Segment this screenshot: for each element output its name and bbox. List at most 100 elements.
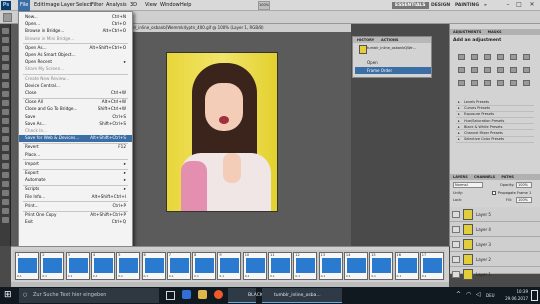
file-explorer-icon[interactable]: [198, 290, 207, 299]
animation-frame[interactable]: 3 0,1: [65, 252, 90, 280]
frame-delay[interactable]: 0,1: [144, 274, 149, 278]
adjustment-preset[interactable]: Exposure Presets: [456, 112, 534, 118]
tool-icon[interactable]: [2, 118, 9, 124]
frame-delay[interactable]: 0,1: [169, 274, 174, 278]
frame-delay[interactable]: 0,1: [245, 274, 250, 278]
file-menu-item[interactable]: Automate ▸: [19, 177, 132, 183]
frame-delay[interactable]: 0,1: [42, 274, 47, 278]
tool-icon[interactable]: [2, 190, 9, 196]
menu-edit[interactable]: Edit: [34, 0, 44, 11]
adjustment-icon[interactable]: [497, 80, 504, 86]
adjustment-icon[interactable]: [497, 54, 504, 60]
file-menu-item[interactable]: Save for Web & Devices... Alt+Shift+Ctrl+…: [19, 135, 132, 142]
tool-icon[interactable]: [2, 91, 9, 97]
animation-frame[interactable]: 7 0,1: [166, 252, 191, 280]
tool-icon[interactable]: [2, 127, 9, 133]
taskbar-task-photoshop[interactable]: tumblr_inline_osba...: [262, 288, 342, 303]
animation-frame[interactable]: 9 0,1: [217, 252, 242, 280]
adjustment-icon[interactable]: [484, 54, 491, 60]
menu-image[interactable]: Image: [44, 0, 60, 11]
file-menu-item[interactable]: Export ▸: [19, 170, 132, 176]
adjustment-icon[interactable]: [510, 54, 517, 60]
task-view-icon[interactable]: [166, 291, 175, 300]
animation-frame[interactable]: 12 0,1: [293, 252, 318, 280]
menu-3d[interactable]: 3D: [130, 0, 137, 11]
workspace-more[interactable]: »: [484, 2, 487, 9]
minimize-button[interactable]: –: [504, 1, 512, 9]
file-menu-item[interactable]: Browse in Bridge... Alt+Ctrl+O: [19, 28, 132, 34]
frame-delay[interactable]: 0,1: [93, 274, 98, 278]
adjustment-preset[interactable]: Channel Mixer Presets: [456, 131, 534, 137]
frame-delay[interactable]: 0,1: [219, 274, 224, 278]
animation-frame[interactable]: 16 0,1: [394, 252, 419, 280]
visibility-eye-icon[interactable]: [452, 256, 460, 263]
file-menu-item[interactable]: Open As Smart Object...: [19, 52, 132, 58]
animation-frame[interactable]: 14 0,1: [343, 252, 368, 280]
adjustment-icon[interactable]: [458, 54, 465, 60]
frame-delay[interactable]: 0,1: [321, 274, 326, 278]
file-menu-item[interactable]: Import ▸: [19, 161, 132, 167]
file-menu-item[interactable]: Device Central...: [19, 83, 132, 89]
document-tab[interactable]: tumblr_inline_osbanb[Wemmk4yptn_400.gif …: [120, 24, 351, 32]
workspace-essentials[interactable]: ESSENTIALS: [392, 2, 429, 9]
layer-row[interactable]: Layer 1: [450, 267, 540, 280]
tray-up-icon[interactable]: ^: [456, 291, 464, 299]
animation-frame[interactable]: 15 0,1: [369, 252, 394, 280]
network-icon[interactable]: ◠: [466, 291, 474, 299]
adjustment-icon[interactable]: [484, 80, 491, 86]
tool-icon[interactable]: [2, 100, 9, 106]
tool-icon[interactable]: [2, 73, 9, 79]
animation-frame[interactable]: 4 0,1: [90, 252, 115, 280]
tool-icon[interactable]: [2, 145, 9, 151]
tool-icon[interactable]: [2, 37, 9, 43]
close-button[interactable]: ✕: [528, 1, 536, 9]
visibility-eye-icon[interactable]: [452, 226, 460, 233]
file-menu-item[interactable]: Place...: [19, 152, 132, 158]
menu-window[interactable]: Window: [160, 0, 180, 11]
file-menu-item[interactable]: Open... Ctrl+O: [19, 21, 132, 27]
frame-delay[interactable]: 0,1: [346, 274, 351, 278]
tool-icon[interactable]: [2, 28, 9, 34]
taskbar-search-box[interactable]: ○ Zur Suche Text hier eingeben: [19, 288, 159, 303]
adjustment-icon[interactable]: [510, 67, 517, 73]
canvas-image[interactable]: [166, 52, 278, 212]
firefox-icon[interactable]: [214, 290, 223, 299]
notification-icon[interactable]: [531, 290, 538, 301]
animation-frame[interactable]: 10 0,1: [242, 252, 267, 280]
zoom-field[interactable]: 100%: [258, 1, 270, 10]
tool-icon[interactable]: [2, 136, 9, 142]
file-menu-item[interactable]: Close Ctrl+W: [19, 90, 132, 96]
file-menu-item[interactable]: Scripts ▸: [19, 186, 132, 192]
frame-delay[interactable]: 0,1: [118, 274, 123, 278]
blend-mode-select[interactable]: Normal: [453, 182, 483, 188]
edge-icon[interactable]: [182, 290, 191, 299]
tool-icon[interactable]: [2, 82, 9, 88]
tool-icon[interactable]: [2, 46, 9, 52]
adjustment-preset[interactable]: Curves Presets: [456, 106, 534, 112]
language-indicator[interactable]: DEU: [486, 287, 495, 304]
layer-row[interactable]: Layer 2: [450, 252, 540, 267]
workspace-painting[interactable]: PAINTING: [455, 2, 479, 9]
adjustment-icon[interactable]: [497, 67, 504, 73]
history-row-open[interactable]: Open: [355, 59, 431, 66]
tool-icon[interactable]: [2, 109, 9, 115]
menu-filter[interactable]: Filter: [91, 0, 103, 11]
tool-icon[interactable]: [2, 154, 9, 160]
tool-icon[interactable]: [2, 64, 9, 70]
layer-row[interactable]: Layer 4: [450, 222, 540, 237]
tab-history[interactable]: HISTORY: [355, 37, 376, 43]
animation-frame[interactable]: 1 0,1: [15, 252, 39, 280]
animation-frame[interactable]: 2 0,1: [40, 252, 65, 280]
tab-adjustments[interactable]: ADJUSTMENTS: [453, 30, 481, 34]
layer-row[interactable]: Layer 5: [450, 207, 540, 222]
volume-icon[interactable]: ◁: [476, 291, 484, 299]
adjustment-icon[interactable]: [471, 80, 478, 86]
tool-icon[interactable]: [2, 199, 9, 205]
adjustment-icon[interactable]: [471, 54, 478, 60]
file-menu-item[interactable]: Revert F12: [19, 144, 132, 150]
adjustment-preset[interactable]: Selective Color Presets: [456, 137, 534, 143]
opacity-field[interactable]: 100%: [516, 182, 532, 188]
layer-row[interactable]: Layer 3: [450, 237, 540, 252]
fill-field[interactable]: 100%: [516, 197, 532, 203]
tool-icon[interactable]: [2, 163, 9, 169]
